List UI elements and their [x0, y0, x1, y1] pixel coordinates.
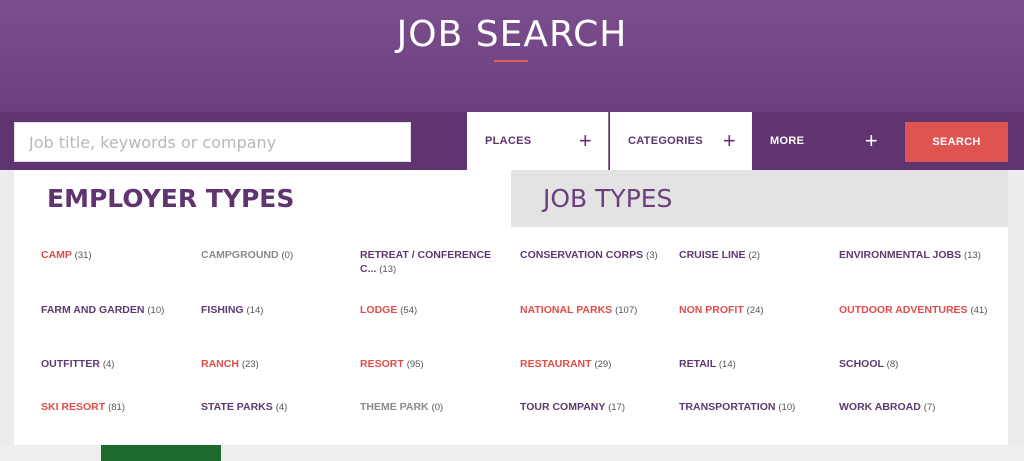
employer-type-count: (4)	[275, 402, 288, 413]
employer-type-item[interactable]: TOUR COMPANY (17)	[520, 400, 670, 415]
employer-type-count: (23)	[241, 359, 259, 370]
employer-type-item[interactable]: FISHING (14)	[201, 303, 351, 318]
employer-type-name: NON PROFIT	[679, 304, 744, 316]
employer-type-name: ENVIRONMENTAL JOBS	[839, 249, 962, 261]
employer-type-count: (3)	[646, 250, 658, 261]
employer-type-count: (10)	[147, 305, 165, 316]
employer-type-item[interactable]: SKI RESORT (81)	[41, 400, 191, 415]
categories-filter-label: CATEGORIES	[628, 135, 703, 147]
employer-type-count: (31)	[74, 250, 92, 261]
employer-type-count: (41)	[970, 305, 988, 316]
employer-type-item[interactable]: RESTAURANT (29)	[520, 357, 670, 372]
employer-type-item[interactable]: CRUISE LINE (2)	[679, 248, 829, 263]
employer-type-count: (14)	[246, 305, 264, 316]
employer-type-item[interactable]: TRANSPORTATION (10)	[679, 400, 829, 415]
plus-icon: +	[578, 128, 592, 153]
employer-type-name: THEME PARK	[360, 401, 429, 413]
employer-type-name: OUTDOOR ADVENTURES	[839, 304, 968, 316]
search-bar: PLACES + CATEGORIES + MORE + SEARCH	[0, 112, 1024, 170]
employer-type-count: (29)	[594, 359, 612, 370]
search-button[interactable]: SEARCH	[905, 122, 1008, 162]
employer-type-item[interactable]: NON PROFIT (24)	[679, 303, 829, 318]
employer-logo[interactable]	[101, 445, 221, 461]
employer-type-name: OUTFITTER	[41, 358, 100, 370]
employer-type-name: LODGE	[360, 304, 398, 316]
places-filter-label: PLACES	[485, 135, 532, 147]
employer-type-count: (0)	[281, 250, 294, 261]
employer-type-count: (81)	[108, 402, 126, 413]
employer-type-count: (13)	[379, 264, 397, 275]
employer-type-item[interactable]: WORK ABROAD (7)	[839, 400, 989, 415]
employer-type-name: CONSERVATION CORPS	[520, 249, 644, 261]
employer-type-count: (54)	[400, 305, 418, 316]
employer-type-name: FISHING	[201, 304, 244, 316]
more-filter-label: MORE	[770, 135, 805, 147]
employer-type-count: (13)	[964, 250, 981, 261]
background-left	[0, 170, 14, 461]
search-input[interactable]	[14, 122, 411, 162]
employer-type-count: (7)	[923, 402, 936, 413]
employer-type-name: WORK ABROAD	[839, 401, 921, 413]
employer-type-item[interactable]: RETAIL (14)	[679, 357, 829, 372]
employer-type-item[interactable]: THEME PARK (0)	[360, 400, 510, 415]
employer-type-count: (14)	[718, 359, 736, 370]
employer-type-name: SKI RESORT	[41, 401, 106, 413]
hero-banner: JOB SEARCH	[0, 0, 1024, 112]
employer-type-item[interactable]: ENVIRONMENTAL JOBS (13)	[839, 248, 989, 263]
employer-type-name: STATE PARKS	[201, 401, 273, 413]
places-filter[interactable]: PLACES +	[467, 112, 609, 170]
tab-job-types[interactable]: JOB TYPES	[511, 170, 1008, 227]
employer-type-item[interactable]: CONSERVATION CORPS (3)	[520, 248, 670, 263]
tab-employer-types[interactable]: EMPLOYER TYPES	[14, 170, 511, 227]
employer-type-name: RANCH	[201, 358, 239, 370]
page-title: JOB SEARCH	[396, 14, 628, 55]
employer-type-item[interactable]: OUTFITTER (4)	[41, 357, 191, 372]
employer-type-name: CAMP	[41, 249, 72, 261]
employer-type-name: RESORT	[360, 358, 404, 370]
employer-type-count: (107)	[615, 305, 638, 316]
employer-type-count: (4)	[102, 359, 115, 370]
employer-type-count: (95)	[406, 359, 424, 370]
employer-type-item[interactable]: CAMPGROUND (0)	[201, 248, 351, 263]
employer-type-name: RETAIL	[679, 358, 716, 370]
employer-type-count: (2)	[748, 250, 761, 261]
employer-type-item[interactable]: RANCH (23)	[201, 357, 351, 372]
employer-type-item[interactable]: NATIONAL PARKS (107)	[520, 303, 670, 318]
employer-type-item[interactable]: RESORT (95)	[360, 357, 510, 372]
employer-type-item[interactable]: CAMP (31)	[41, 248, 191, 263]
employer-type-name: RESTAURANT	[520, 358, 592, 370]
background-right	[1008, 170, 1024, 461]
employer-type-name: SCHOOL	[839, 358, 884, 370]
employer-type-name: TRANSPORTATION	[679, 401, 776, 413]
employer-type-item[interactable]: LODGE (54)	[360, 303, 510, 318]
employer-type-name: CRUISE LINE	[679, 249, 746, 261]
employer-type-item[interactable]: STATE PARKS (4)	[201, 400, 351, 415]
employer-type-count: (8)	[886, 359, 899, 370]
employer-type-count: (10)	[778, 402, 796, 413]
categories-filter[interactable]: CATEGORIES +	[610, 112, 752, 170]
employer-type-count: (0)	[431, 402, 444, 413]
title-underline	[494, 60, 528, 62]
employer-type-name: CAMPGROUND	[201, 249, 279, 261]
employer-type-item[interactable]: FARM AND GARDEN (10)	[41, 303, 191, 318]
employer-type-item[interactable]: OUTDOOR ADVENTURES (41)	[839, 303, 989, 318]
employer-type-item[interactable]: RETREAT / CONFERENCE C... (13)	[360, 248, 510, 277]
employer-type-count: (24)	[746, 305, 764, 316]
more-filter[interactable]: MORE +	[752, 112, 894, 170]
employer-type-item[interactable]: SCHOOL (8)	[839, 357, 989, 372]
employer-type-name: TOUR COMPANY	[520, 401, 606, 413]
plus-icon: +	[722, 128, 736, 153]
categories-dropdown-panel: EMPLOYER TYPES JOB TYPES CAMP (31) CAMPGR…	[14, 170, 1008, 445]
employer-type-name: NATIONAL PARKS	[520, 304, 613, 316]
employer-type-count: (17)	[608, 402, 626, 413]
employer-type-name: FARM AND GARDEN	[41, 304, 145, 316]
plus-icon: +	[864, 128, 878, 153]
